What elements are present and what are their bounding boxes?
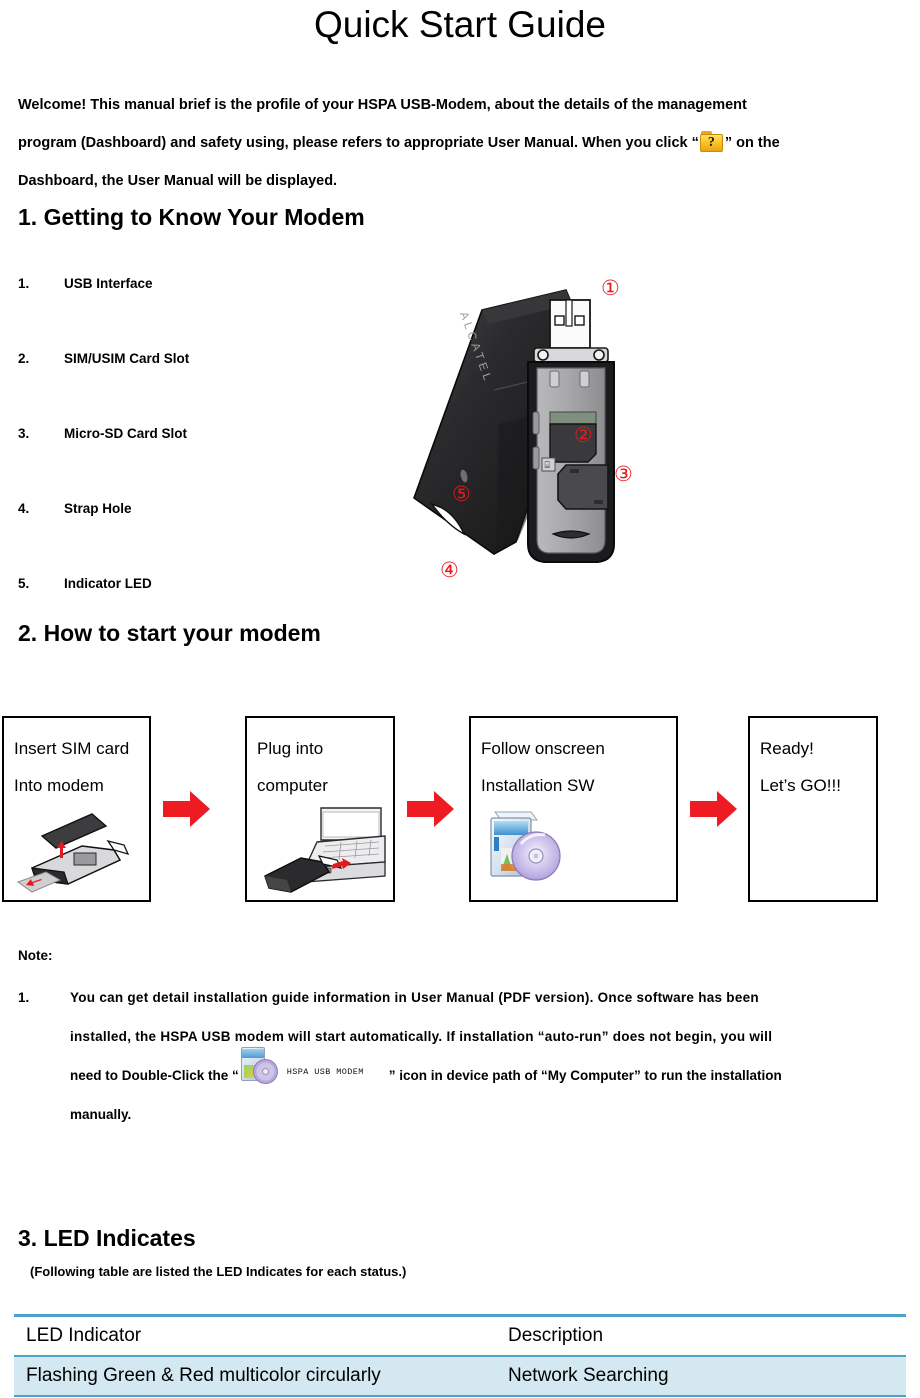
feature-item-3-label: Micro-SD Card Slot — [64, 426, 188, 441]
flow-arrow-2 — [407, 790, 455, 828]
help-folder-icon-glyph: ? — [707, 135, 715, 150]
feature-item-1: 1. USB Interface — [18, 276, 153, 291]
feature-item-5: 5. Indicator LED — [18, 576, 152, 591]
feature-item-3: 3. Micro-SD Card Slot — [18, 426, 187, 441]
flow-arrow-3 — [690, 790, 738, 828]
feature-item-4: 4. Strap Hole — [18, 501, 132, 516]
laptop-plug-art — [261, 806, 387, 903]
feature-item-2-label: SIM/USIM Card Slot — [64, 351, 190, 366]
feature-item-5-label: Indicator LED — [64, 576, 152, 591]
led-indicates-table: LED Indicator Description Flashing Green… — [14, 1314, 906, 1397]
column-header-led-indicator: LED Indicator — [26, 1325, 142, 1346]
note-line-2: installed, the HSPA USB modem will start… — [70, 1029, 773, 1044]
step-3-line-1: Follow onscreen — [481, 739, 605, 758]
step-box-follow-text: Follow onscreen Installation SW — [481, 730, 670, 804]
heading-getting-to-know-your-modem: 1. Getting to Know Your Modem — [18, 204, 365, 230]
installer-cd-art — [485, 808, 563, 889]
step-3-line-2: Installation SW — [481, 776, 595, 795]
note-line-3: need to Double-Click the “ HSPA USB MODE… — [70, 1047, 902, 1095]
feature-item-1-number: 1. — [18, 276, 30, 291]
callout-1: ① — [601, 276, 620, 300]
svg-text:⌸: ⌸ — [545, 460, 551, 470]
note-line-3-before: need to Double-Click the “ — [70, 1068, 239, 1083]
note-line-1: You can get detail installation guide in… — [70, 990, 759, 1005]
feature-item-2: 2. SIM/USIM Card Slot — [18, 351, 189, 366]
feature-item-3-number: 3. — [18, 426, 30, 441]
table-row: Flashing Green & Red multicolor circular… — [14, 1356, 906, 1396]
cell-led-indicator: Flashing Green & Red multicolor circular… — [26, 1365, 381, 1386]
hspa-usb-modem-icon-label: HSPA USB MODEM — [286, 1067, 364, 1077]
callout-5: ⑤ — [452, 482, 471, 506]
intro-line-1: Welcome! This manual brief is the profil… — [18, 97, 747, 113]
step-1-line-1: Insert SIM card — [14, 739, 130, 758]
cell-description: Network Searching — [508, 1365, 669, 1386]
callout-4: ④ — [440, 558, 459, 582]
led-table-header-row: LED Indicator Description — [14, 1315, 906, 1356]
table-caption: (Following table are listed the LED Indi… — [30, 1264, 407, 1279]
intro-line-2: program (Dashboard) and safety using, pl… — [18, 124, 902, 162]
step-1-line-2: Into modem — [14, 776, 104, 795]
modem-illustration: ALCATEL ⌸ ① ② ③ ④ ⑤ — [398, 272, 670, 600]
callout-3: ③ — [614, 462, 633, 486]
step-4-line-2: Let’s GO!!! — [760, 776, 841, 795]
sim-insert-art — [16, 810, 138, 903]
intro-line-2-before: program (Dashboard) and safety using, pl… — [18, 135, 699, 151]
feature-item-2-number: 2. — [18, 351, 30, 366]
installer-band — [241, 1049, 264, 1058]
step-box-follow-onscreen: Follow onscreen Installation SW — [469, 716, 678, 902]
led-table-body: Flashing Green & Red multicolor circular… — [14, 1356, 906, 1396]
hspa-usb-modem-icon[interactable]: HSPA USB MODEM — [239, 1047, 389, 1087]
step-box-insert-sim: Insert SIM card Into modem — [2, 716, 151, 902]
note-lines: You can get detail installation guide in… — [70, 978, 902, 1134]
callout-2: ② — [574, 423, 593, 447]
step-box-ready-text: Ready! Let’s GO!!! — [760, 730, 870, 804]
heading-led-indicates: 3. LED Indicates — [18, 1225, 196, 1251]
step-4-line-1: Ready! — [760, 739, 814, 758]
note-label: Note: — [18, 948, 53, 963]
column-header-description: Description — [508, 1325, 604, 1346]
feature-item-1-label: USB Interface — [64, 276, 153, 291]
hspa-usb-modem-icon-graphic — [239, 1045, 283, 1087]
step-box-ready: Ready! Let’s GO!!! — [748, 716, 878, 902]
feature-item-4-number: 4. — [18, 501, 30, 516]
step-box-plug-text: Plug into computer — [257, 730, 387, 804]
heading-how-to-start-your-modem: 2. How to start your modem — [18, 620, 321, 646]
note-line-4: manually. — [70, 1107, 132, 1122]
intro-line-3: Dashboard, the User Manual will be displ… — [18, 173, 338, 189]
modem-illustration-svg: ALCATEL ⌸ — [413, 289, 615, 563]
intro-line-2-after: ” on the — [724, 135, 780, 151]
help-folder-icon[interactable]: ? — [699, 131, 724, 153]
quick-start-guide-page: Quick Start Guide Welcome! This manual b… — [0, 0, 920, 1398]
intro-paragraph: Welcome! This manual brief is the profil… — [18, 86, 902, 200]
note-body: 1. You can get detail installation guide… — [18, 978, 902, 1134]
step-box-insert-sim-text: Insert SIM card Into modem — [14, 730, 143, 804]
note-line-3-after: ” icon in device path of “My Computer” t… — [388, 1068, 782, 1083]
step-2-line-2: computer — [257, 776, 328, 795]
step-2-line-1: Plug into — [257, 739, 324, 758]
installer-cd-hole — [261, 1068, 269, 1075]
page-title: Quick Start Guide — [313, 4, 606, 45]
step-box-plug-into-computer: Plug into computer — [245, 716, 395, 902]
feature-item-5-number: 5. — [18, 576, 30, 591]
flow-arrow-1 — [163, 790, 211, 828]
note-item-number: 1. — [18, 990, 30, 1005]
led-table-head: LED Indicator Description — [14, 1315, 906, 1356]
feature-item-4-label: Strap Hole — [64, 501, 132, 516]
